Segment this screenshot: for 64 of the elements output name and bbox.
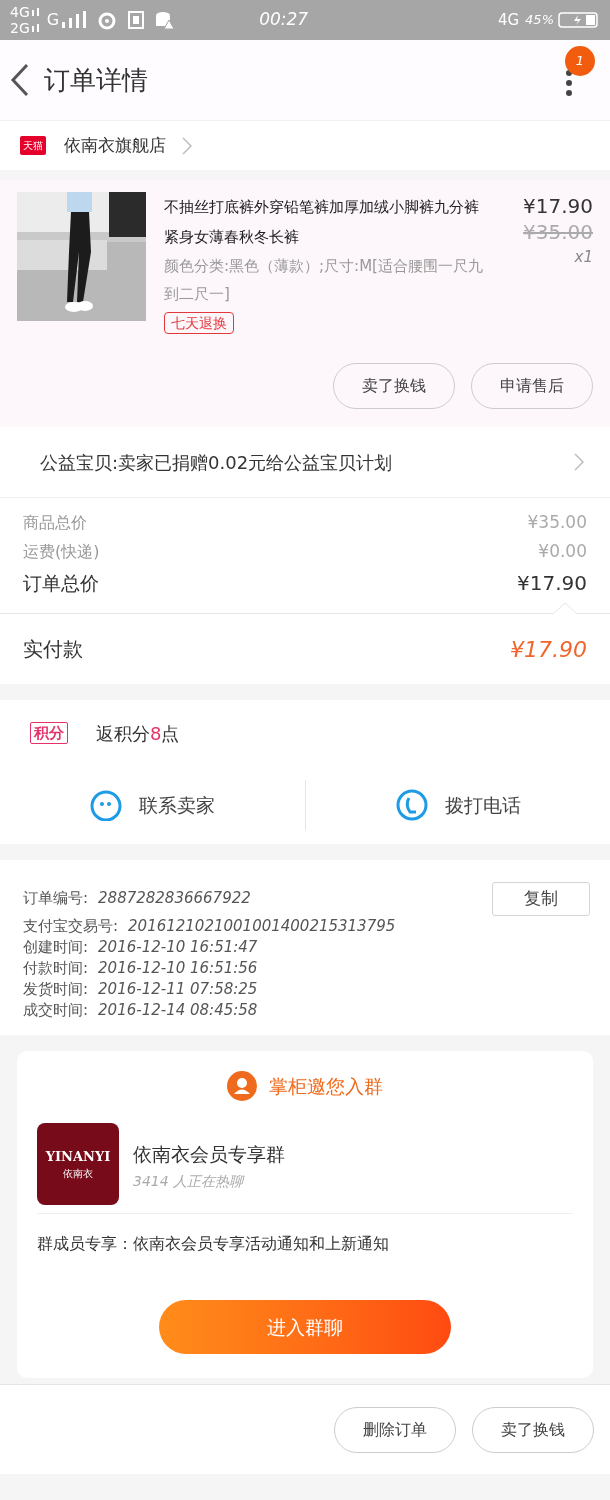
price-label: 商品总价 — [23, 511, 87, 534]
data-warning-icon — [155, 10, 176, 30]
price-value: ¥35.00 — [527, 510, 587, 534]
more-icon[interactable] — [564, 68, 574, 98]
info-value: 2016-12-10 16:51:47 — [98, 937, 258, 959]
network-label: 2G — [10, 20, 30, 36]
product-price: ¥17.90 — [523, 193, 593, 220]
info-value: 2016-12-10 16:51:56 — [98, 958, 258, 980]
logo-subtext: 依南衣 — [63, 1167, 93, 1182]
signal-icon — [31, 8, 41, 16]
product-spec: 颜色分类:黑色（薄款）;尺寸:M[适合腰围一尺九到二尺一] — [164, 256, 484, 305]
product-title[interactable]: 不抽丝打底裤外穿铅笔裤加厚加绒小脚裤九分裤紧身女薄春秋冬长裤 — [164, 192, 493, 252]
network-label: 4G — [497, 9, 520, 31]
info-value: 2887282836667922 — [98, 887, 251, 909]
battery-icon — [558, 11, 600, 29]
charity-text: 公益宝贝:卖家已捐赠0.02元给公益宝贝计划 — [40, 450, 393, 475]
action-button[interactable]: 申请售后 — [471, 363, 593, 409]
return-policy-tag: 七天退换 — [164, 312, 234, 334]
phone-icon — [394, 789, 429, 821]
paid-amount: ¥17.90 — [510, 635, 587, 664]
network-label: G — [46, 9, 60, 31]
logo-text: YINANYI — [45, 1147, 111, 1166]
chat-face-icon — [89, 789, 124, 821]
back-icon[interactable] — [10, 63, 30, 97]
price-value: ¥17.90 — [517, 570, 587, 597]
info-label: 创建时间: — [23, 937, 89, 959]
price-label: 订单总价 — [23, 570, 99, 596]
swirl-icon — [97, 10, 118, 30]
store-badge: 天猫 — [20, 136, 46, 155]
copy-button[interactable]: 复制 — [492, 882, 590, 916]
points-badge: 积分 — [30, 722, 68, 744]
group-name: 依南衣会员专享群 — [133, 1141, 285, 1167]
price-value: ¥0.00 — [538, 539, 587, 563]
points-text: 返积分8点 — [96, 721, 180, 746]
paid-label: 实付款 — [23, 636, 83, 663]
store-name[interactable]: 依南衣旗舰店 — [64, 132, 166, 159]
info-value: 2016-12-14 08:45:58 — [98, 1000, 258, 1022]
signal-icon — [31, 24, 41, 32]
info-value: 2016-12-11 07:58:25 — [98, 979, 258, 1001]
battery-percent: 45% — [525, 11, 554, 30]
action-button[interactable]: 卖了换钱 — [472, 1406, 594, 1453]
group-description: 群成员专享：依南衣会员专享活动通知和上新通知 — [37, 1233, 390, 1255]
info-label: 付款时间: — [23, 958, 89, 980]
action-button[interactable]: 卖了换钱 — [333, 363, 455, 409]
info-label: 支付宝交易号: — [23, 916, 119, 938]
notification-badge: 1 — [565, 46, 595, 76]
app-icon — [127, 10, 146, 30]
charity-row[interactable]: 公益宝贝:卖家已捐赠0.02元给公益宝贝计划 — [0, 427, 610, 497]
info-label: 订单编号: — [23, 887, 89, 909]
info-label: 发货时间: — [23, 979, 89, 1001]
invite-heading: 掌柜邀您入群 — [269, 1073, 383, 1099]
quantity: x1 — [574, 247, 593, 268]
price-label: 运费(快递) — [23, 540, 100, 563]
contact-button[interactable]: 联系卖家 — [89, 789, 216, 821]
network-label: 4G — [10, 4, 30, 20]
clock-time: 00:27 — [259, 8, 309, 32]
page-title: 订单详情 — [44, 63, 148, 97]
info-value: 2016121021001001400215313795 — [128, 916, 396, 938]
group-icon — [227, 1071, 257, 1101]
member-count: 3414 人正在热聊 — [133, 1171, 246, 1191]
original-price: ¥35.00 — [523, 220, 593, 244]
info-label: 成交时间: — [23, 1000, 89, 1022]
action-button[interactable]: 删除订单 — [334, 1406, 456, 1453]
contact-button[interactable]: 拨打电话 — [394, 789, 521, 821]
